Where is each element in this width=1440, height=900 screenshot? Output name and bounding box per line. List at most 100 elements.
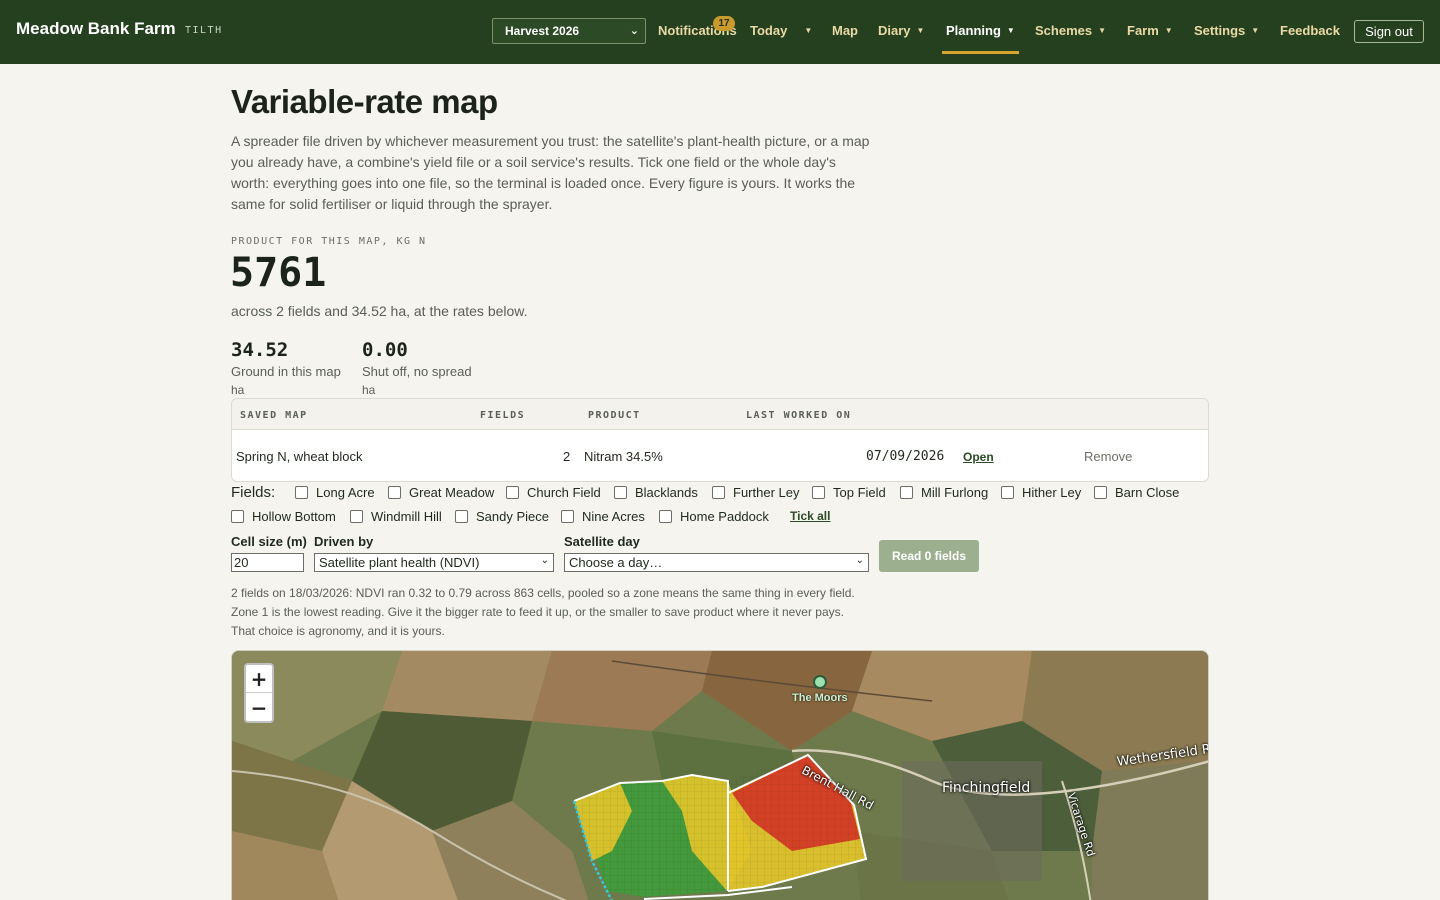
season-select[interactable]: Harvest 2026 ⌄ xyxy=(492,18,646,44)
poi-label: The Moors xyxy=(792,692,848,704)
nav-diary[interactable]: Diary ▼ xyxy=(878,23,924,38)
nav-settings[interactable]: Settings ▼ xyxy=(1194,23,1259,38)
field-checkbox-label: Great Meadow xyxy=(409,485,495,500)
field-checkbox-label: Church Field xyxy=(527,485,601,500)
product-eyebrow: PRODUCT FOR THIS MAP, KG N xyxy=(231,236,427,247)
field-checkbox-further-ley[interactable]: Further Ley xyxy=(712,485,799,500)
zoom-control: + − xyxy=(244,663,274,723)
product-total: 5761 xyxy=(230,250,327,296)
driven-by-value: Satellite plant health (NDVI) xyxy=(319,555,480,570)
nav-feedback[interactable]: Feedback xyxy=(1280,23,1340,38)
saved-map-name: Spring N, wheat block xyxy=(236,449,363,464)
checkbox[interactable] xyxy=(614,486,627,499)
intro-text: A spreader file driven by whichever meas… xyxy=(231,133,870,212)
checkbox[interactable] xyxy=(1001,486,1014,499)
cell-size-input[interactable]: 20 xyxy=(231,553,304,572)
nav-schemes[interactable]: Schemes ▼ xyxy=(1035,23,1106,38)
driven-by-label: Driven by xyxy=(314,534,374,549)
cell-size-label: Cell size (m) xyxy=(231,534,307,549)
read-fields-button[interactable]: Read 0 fields xyxy=(879,540,979,572)
stat-shutoff-unit: ha xyxy=(362,383,376,397)
stat-ground-unit: ha xyxy=(231,383,245,397)
nav-diary-label: Diary xyxy=(878,23,911,38)
brand-tag: TILTH xyxy=(185,25,223,36)
checkbox[interactable] xyxy=(295,486,308,499)
nav-today[interactable]: Today ▼ xyxy=(750,23,812,38)
field-checkbox-blacklands[interactable]: Blacklands xyxy=(614,485,698,500)
saved-maps-header: SAVED MAP FIELDS PRODUCT LAST WORKED ON xyxy=(232,399,1208,430)
remove-saved-map-button[interactable]: Remove xyxy=(1084,449,1132,464)
nav-farm-label: Farm xyxy=(1127,23,1159,38)
page-title: Variable-rate map xyxy=(231,83,498,120)
checkbox[interactable] xyxy=(388,486,401,499)
field-checkbox-long-acre[interactable]: Long Acre xyxy=(295,485,375,500)
field-checkbox-label: Sandy Piece xyxy=(476,509,549,524)
column-header-product: PRODUCT xyxy=(588,410,641,421)
field-checkbox-mill-furlong[interactable]: Mill Furlong xyxy=(900,485,988,500)
checkbox[interactable] xyxy=(506,486,519,499)
checkbox[interactable] xyxy=(900,486,913,499)
checkbox[interactable] xyxy=(712,486,725,499)
field-checkbox-label: Barn Close xyxy=(1115,485,1180,500)
saved-map-last-worked: 07/09/2026 xyxy=(866,449,945,464)
hint-line: 2 fields on 18/03/2026: NDVI ran 0.32 to… xyxy=(231,586,855,600)
zoom-out-button[interactable]: − xyxy=(246,694,272,722)
field-checkbox-barn-close[interactable]: Barn Close xyxy=(1094,485,1179,500)
field-checkbox-top-field[interactable]: Top Field xyxy=(812,485,886,500)
field-checkbox-label: Further Ley xyxy=(733,485,800,500)
field-checkbox-label: Top Field xyxy=(833,485,886,500)
hint-line: That choice is agronomy, and it is yours… xyxy=(231,624,445,638)
driven-by-select[interactable]: Satellite plant health (NDVI) ⌄ xyxy=(314,553,554,572)
field-checkbox-label: Windmill Hill xyxy=(371,509,442,524)
stat-shutoff-value: 0.00 xyxy=(362,339,408,361)
tick-all-link[interactable]: Tick all xyxy=(790,509,830,523)
nav-today-label: Today xyxy=(750,23,788,38)
caret-down-icon: ▼ xyxy=(916,26,925,35)
field-checkbox-hither-ley[interactable]: Hither Ley xyxy=(1001,485,1081,500)
nav-planning-label: Planning xyxy=(946,23,1001,38)
satellite-map[interactable]: + − The Moors Finchingfield Brent Hall R… xyxy=(231,650,1209,900)
sign-out-button[interactable]: Sign out xyxy=(1354,20,1424,43)
chevron-down-icon: ⌄ xyxy=(629,25,639,37)
field-checkbox-label: Hollow Bottom xyxy=(252,509,336,524)
nav-farm[interactable]: Farm ▼ xyxy=(1127,23,1173,38)
field-checkbox-church-field[interactable]: Church Field xyxy=(506,485,601,500)
brand-name[interactable]: Meadow Bank Farm xyxy=(16,19,176,39)
caret-down-icon: ▼ xyxy=(1006,26,1015,35)
satellite-day-select[interactable]: Choose a day… ⌄ xyxy=(564,553,869,572)
field-checkbox-nine-acres[interactable]: Nine Acres xyxy=(561,509,645,524)
field-checkbox-great-meadow[interactable]: Great Meadow xyxy=(388,485,494,500)
saved-maps-table: SAVED MAP FIELDS PRODUCT LAST WORKED ON … xyxy=(231,398,1209,482)
satellite-imagery xyxy=(232,651,1208,900)
field-checkbox-hollow-bottom[interactable]: Hollow Bottom xyxy=(231,509,336,524)
caret-down-icon: ▼ xyxy=(1251,26,1260,35)
checkbox[interactable] xyxy=(231,510,244,523)
field-checkbox-label: Long Acre xyxy=(316,485,375,500)
field-checkbox-label: Nine Acres xyxy=(582,509,645,524)
stat-ground-label: Ground in this map xyxy=(231,364,341,379)
checkbox[interactable] xyxy=(561,510,574,523)
checkbox[interactable] xyxy=(350,510,363,523)
zoom-in-button[interactable]: + xyxy=(246,665,272,693)
poi-marker-icon[interactable] xyxy=(813,675,827,689)
checkbox[interactable] xyxy=(1094,486,1107,499)
field-checkbox-sandy-piece[interactable]: Sandy Piece xyxy=(455,509,549,524)
checkbox[interactable] xyxy=(455,510,468,523)
chevron-down-icon: ⌄ xyxy=(855,555,864,566)
stat-shutoff-label: Shut off, no spread xyxy=(362,364,472,379)
active-nav-indicator xyxy=(942,51,1019,54)
checkbox[interactable] xyxy=(812,486,825,499)
place-label-town: Finchingfield xyxy=(942,780,1031,796)
nav-map[interactable]: Map xyxy=(832,23,858,38)
nav-planning[interactable]: Planning ▼ xyxy=(946,23,1015,38)
caret-down-icon: ▼ xyxy=(1098,26,1107,35)
field-checkbox-home-paddock[interactable]: Home Paddock xyxy=(659,509,769,524)
saved-map-field-count: 2 xyxy=(563,449,571,464)
checkbox[interactable] xyxy=(659,510,672,523)
field-checkbox-windmill-hill[interactable]: Windmill Hill xyxy=(350,509,442,524)
satellite-day-value: Choose a day… xyxy=(569,555,663,570)
caret-down-icon: ▼ xyxy=(1164,26,1173,35)
ndvi-summary-hint: 2 fields on 18/03/2026: NDVI ran 0.32 to… xyxy=(231,584,891,641)
open-saved-map-link[interactable]: Open xyxy=(963,450,994,464)
field-checkbox-label: Blacklands xyxy=(635,485,698,500)
